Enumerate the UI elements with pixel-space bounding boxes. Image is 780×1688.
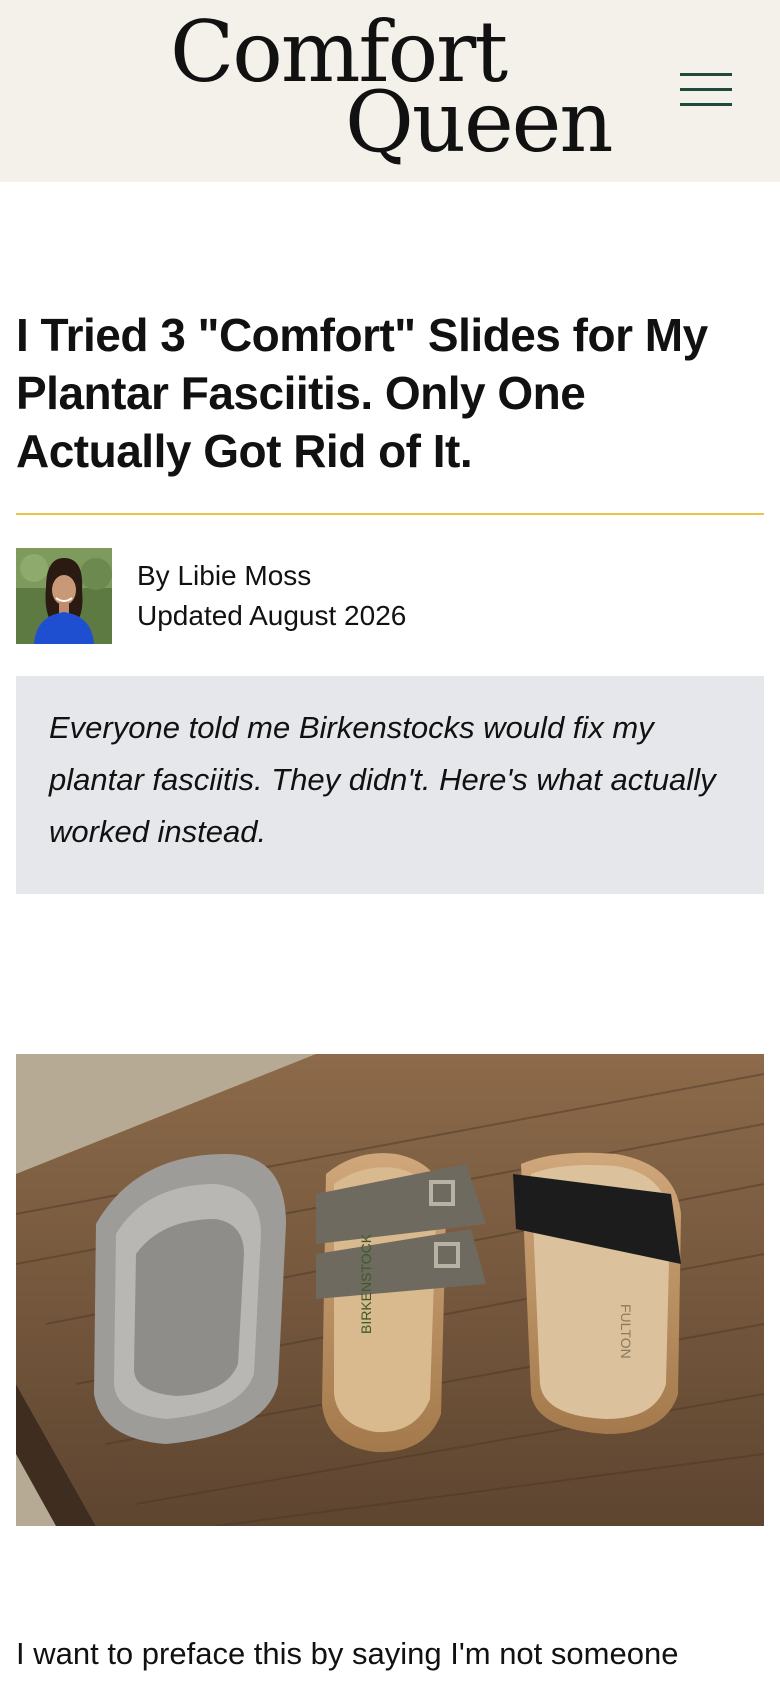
title-divider xyxy=(16,513,764,515)
site-logo[interactable]: Comfort Queen xyxy=(170,10,613,170)
black-strap-slide-image: FULTON xyxy=(513,1152,681,1434)
article-body-text: I want to preface this by saying I'm not… xyxy=(16,1636,679,1671)
author-name[interactable]: By Libie Moss xyxy=(137,556,406,596)
hero-image: BIRKENSTOCK FULTON xyxy=(16,1054,764,1526)
site-header: Comfort Queen xyxy=(0,0,780,182)
svg-text:FULTON: FULTON xyxy=(618,1304,634,1359)
gray-slide-image xyxy=(94,1154,286,1444)
byline: By Libie Moss Updated August 2026 xyxy=(137,556,406,636)
logo-text-queen: Queen xyxy=(345,73,613,171)
article-title: I Tried 3 "Comfort" Slides for My Planta… xyxy=(16,309,708,477)
summary-callout: Everyone told me Birkenstocks would fix … xyxy=(16,676,764,894)
svg-text:BIRKENSTOCK: BIRKENSTOCK xyxy=(358,1233,374,1334)
hamburger-menu-icon[interactable] xyxy=(676,70,736,110)
author-avatar xyxy=(16,548,112,644)
summary-text: Everyone told me Birkenstocks would fix … xyxy=(49,710,716,849)
updated-date: Updated August 2026 xyxy=(137,600,407,631)
